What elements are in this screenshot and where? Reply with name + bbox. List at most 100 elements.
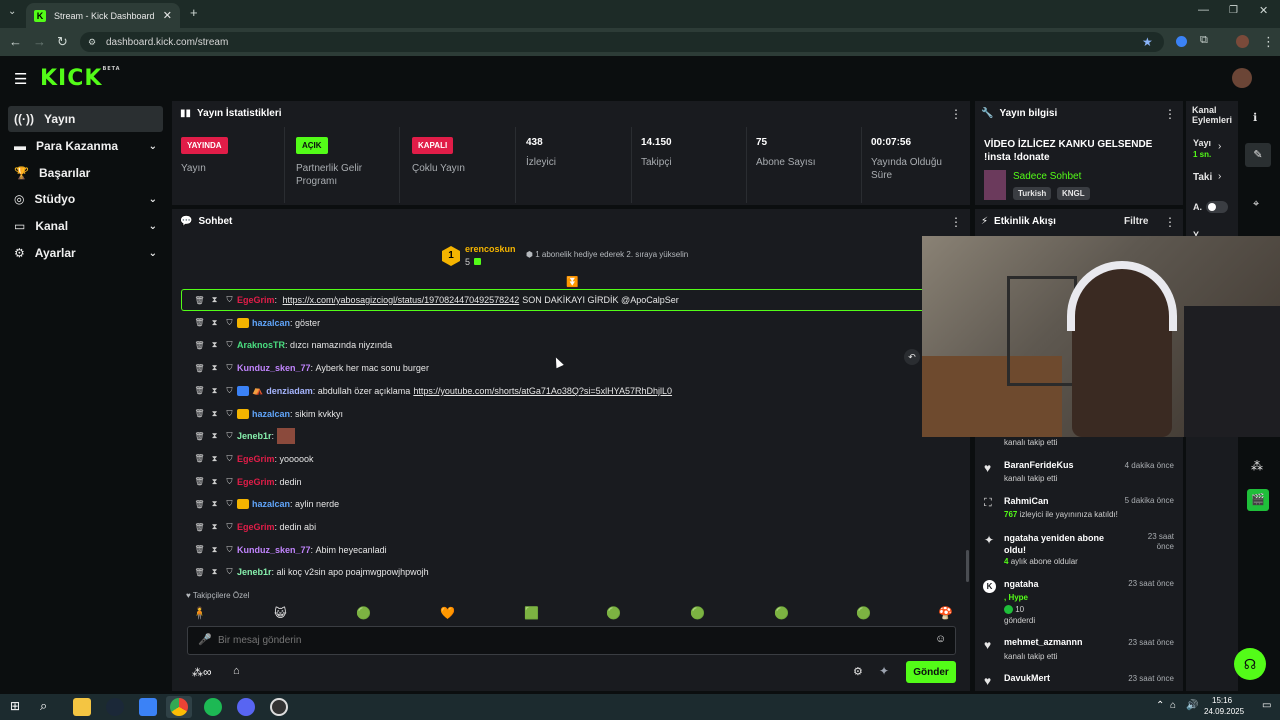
emote-icon[interactable]: 🟢 xyxy=(856,606,871,620)
ban-shield-icon[interactable]: ⛉ xyxy=(222,545,237,555)
chat-username[interactable]: Kunduz_sken_77 xyxy=(237,363,311,373)
reload-icon[interactable]: ↻ xyxy=(57,34,68,50)
chat-username[interactable]: AraknosTR xyxy=(237,340,285,350)
chat-username[interactable]: hazalcan xyxy=(252,318,290,328)
tray-arrow-icon[interactable]: ⌃ xyxy=(1156,700,1164,711)
close-tab-icon[interactable]: ✕ xyxy=(163,9,172,22)
emote-icon[interactable]: 🟢 xyxy=(690,606,705,620)
timeout-hourglass-icon[interactable]: ⧗ xyxy=(207,431,222,441)
emote-icon[interactable]: 🟢 xyxy=(774,606,789,620)
clock-date[interactable]: 24.09.2025 xyxy=(1204,707,1244,716)
chat-username[interactable]: Jeneb1r xyxy=(237,431,272,441)
chat-message-input[interactable] xyxy=(218,630,918,650)
back-icon[interactable]: ← xyxy=(9,34,22,49)
delete-message-icon[interactable]: 🗑 xyxy=(192,523,207,532)
timeout-hourglass-icon[interactable]: ⧗ xyxy=(207,454,222,464)
timeout-hourglass-icon[interactable]: ⧗ xyxy=(207,499,222,509)
delete-message-icon[interactable]: 🗑 xyxy=(192,318,207,327)
close-window-icon[interactable]: ✕ xyxy=(1259,4,1268,17)
kicks-icon[interactable]: ⁂∞ xyxy=(192,665,212,679)
emote-icon[interactable]: 🍄 xyxy=(938,606,953,620)
timeout-hourglass-icon[interactable]: ⧗ xyxy=(207,318,222,328)
action-yayin[interactable]: Yayı xyxy=(1193,138,1211,148)
pinned-down-arrow-icon[interactable]: ⏬ xyxy=(566,277,578,288)
chevron-right-icon[interactable]: › xyxy=(1218,141,1221,152)
event-user[interactable]: ngataha xyxy=(1004,579,1039,589)
ban-shield-icon[interactable]: ⛉ xyxy=(222,567,237,577)
event-user[interactable]: RahmiCan xyxy=(1004,496,1049,506)
url-bar[interactable]: dashboard.kick.com/stream xyxy=(80,32,1164,52)
search-icon[interactable]: ⌕ xyxy=(40,698,47,714)
tab-search-icon[interactable]: ⌄ xyxy=(8,6,16,17)
event-user[interactable]: DavukMert xyxy=(1004,673,1050,683)
emote-icon[interactable]: 🧍 xyxy=(192,606,207,620)
chat-link[interactable]: https://youtube.com/shorts/atGa71Ao38Q?s… xyxy=(413,386,672,396)
emote-dots-icon[interactable]: ⁂ xyxy=(1251,459,1263,473)
hamburger-menu-icon[interactable]: ☰ xyxy=(14,70,27,88)
chat-username[interactable]: Jeneb1r xyxy=(237,567,272,577)
file-explorer-icon[interactable] xyxy=(73,698,91,716)
bookmark-star-icon[interactable]: ★ xyxy=(1142,35,1153,49)
timeout-hourglass-icon[interactable]: ⧗ xyxy=(207,545,222,555)
ban-shield-icon[interactable]: ⛉ xyxy=(222,386,237,396)
chat-username[interactable]: EgeGrim xyxy=(237,454,275,464)
new-tab-icon[interactable]: + xyxy=(190,5,198,20)
extension-icon[interactable] xyxy=(1176,36,1187,47)
obs-icon[interactable] xyxy=(270,698,288,716)
info-icon[interactable]: ℹ xyxy=(1253,111,1257,124)
profile-avatar[interactable] xyxy=(1236,35,1249,48)
sidebar-item-basarilar[interactable]: 🏆 Başarılar xyxy=(8,160,163,186)
windows-start-icon[interactable]: ⊞ xyxy=(10,699,20,713)
support-headset-icon[interactable]: ☊ xyxy=(1234,648,1266,680)
ban-shield-icon[interactable]: ⛉ xyxy=(222,340,237,350)
chat-username[interactable]: EgeGrim xyxy=(237,522,275,532)
emote-icon[interactable]: 🟩 xyxy=(524,606,539,620)
timeout-hourglass-icon[interactable]: ⧗ xyxy=(207,363,222,373)
timeout-hourglass-icon[interactable]: ⧗ xyxy=(207,477,222,487)
steam-icon[interactable] xyxy=(106,698,124,716)
timeout-hourglass-icon[interactable]: ⧗ xyxy=(207,340,222,350)
browser-tab[interactable]: K Stream - Kick Dashboard ✕ xyxy=(26,3,180,28)
emote-icon[interactable]: 🟢 xyxy=(606,606,621,620)
chat-more-icon[interactable]: ⋮ xyxy=(950,215,962,229)
minimize-icon[interactable]: — xyxy=(1198,4,1209,16)
chat-username[interactable]: EgeGrim xyxy=(237,477,275,487)
ban-shield-icon[interactable]: ⛉ xyxy=(222,409,237,419)
browser-menu-icon[interactable]: ⋮ xyxy=(1262,34,1275,50)
site-info-icon[interactable]: ⚙ xyxy=(88,37,96,48)
category-link[interactable]: Sadece Sohbet xyxy=(1013,171,1081,182)
clapper-icon[interactable]: 🎬 xyxy=(1247,489,1269,511)
toggle-a[interactable] xyxy=(1206,201,1228,213)
delete-message-icon[interactable]: 🗑 xyxy=(192,454,207,463)
timeout-hourglass-icon[interactable]: ⧗ xyxy=(207,567,222,577)
stats-more-icon[interactable]: ⋮ xyxy=(950,107,962,121)
event-user[interactable]: BaranFerideKus xyxy=(1004,460,1074,470)
filter-button[interactable]: Filtre xyxy=(1124,216,1148,227)
chat-username[interactable]: denziadam xyxy=(266,386,313,396)
delete-message-icon[interactable]: 🗑 xyxy=(192,477,207,486)
ban-shield-icon[interactable]: ⛉ xyxy=(222,431,237,441)
category-thumbnail[interactable] xyxy=(984,170,1006,200)
focus-icon[interactable]: ⌖ xyxy=(1253,198,1259,211)
stream-info-more-icon[interactable]: ⋮ xyxy=(1164,107,1176,121)
emote-icon[interactable]: 🧡 xyxy=(440,606,455,620)
delete-message-icon[interactable]: 🗑 xyxy=(192,545,207,554)
restore-icon[interactable]: ❐ xyxy=(1229,5,1238,16)
store-app-icon[interactable] xyxy=(139,698,157,716)
user-avatar[interactable] xyxy=(1232,68,1252,88)
delete-message-icon[interactable]: 🗑 xyxy=(192,386,207,395)
delete-message-icon[interactable]: 🗑 xyxy=(192,568,207,577)
chat-scrollbar[interactable] xyxy=(966,550,969,582)
ban-shield-icon[interactable]: ⛉ xyxy=(222,363,237,373)
sidebar-item-studyo[interactable]: ◎ Stüdyo ⌄ xyxy=(8,186,163,212)
store-icon[interactable]: ⌂ xyxy=(233,665,240,677)
top-gifter-name[interactable]: erencoskun xyxy=(465,244,516,254)
event-user[interactable]: mehmet_azmannn xyxy=(1004,637,1083,647)
chat-username[interactable]: hazalcan xyxy=(252,409,290,419)
notifications-icon[interactable]: ▭ xyxy=(1262,700,1271,711)
forward-icon[interactable]: → xyxy=(33,34,46,49)
send-button[interactable]: Gönder xyxy=(906,661,956,683)
edit-pencil-icon[interactable]: ✎ xyxy=(1245,143,1271,167)
chat-username[interactable]: Kunduz_sken_77 xyxy=(237,545,311,555)
delete-message-icon[interactable]: 🗑 xyxy=(192,364,207,373)
